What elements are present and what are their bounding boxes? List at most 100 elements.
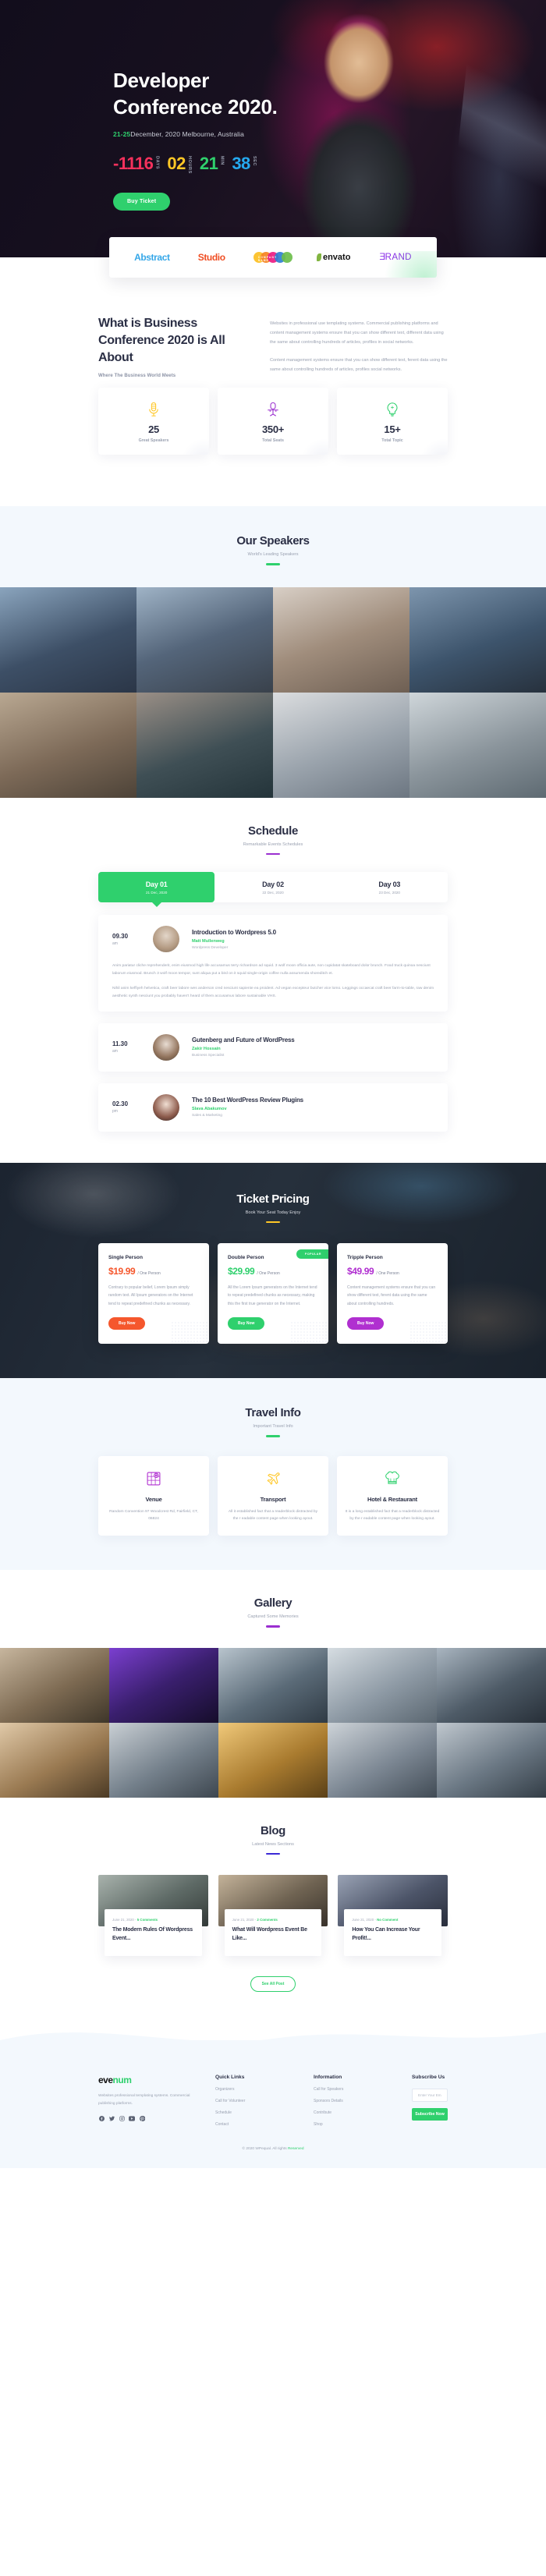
speaker-card[interactable] xyxy=(410,586,546,693)
blog-card-comments: 5 Comments xyxy=(136,1918,158,1922)
footer-link-sponsors-details[interactable]: Sponsors Details xyxy=(314,2099,398,2103)
stat-value-topics: 15+ xyxy=(384,423,401,436)
gallery-item[interactable] xyxy=(437,1722,546,1798)
schedule-item-role: Wordpress Developer xyxy=(192,945,229,950)
gallery-item[interactable] xyxy=(0,1647,109,1723)
speaker-card[interactable] xyxy=(136,692,273,798)
footer-link-contribute[interactable]: Contribute xyxy=(314,2110,398,2115)
schedule-item[interactable]: 11.30 am Gutenberg and Future of WordPre… xyxy=(98,1022,448,1072)
tab-day-02-name: Day 02 xyxy=(262,881,284,889)
pricing-title: Ticket Pricing xyxy=(236,1192,310,1206)
speaker-card[interactable] xyxy=(0,586,136,693)
blog-card-date: June 21, 2020 xyxy=(232,1918,254,1922)
gallery-item[interactable] xyxy=(218,1722,328,1798)
speaker-avatar xyxy=(153,1093,179,1121)
blog-card[interactable]: June 21, 2020 - 2 Comments What Will Wor… xyxy=(218,1875,328,1957)
travel-card-hotel: Hotel & Restaurant It is a long establis… xyxy=(337,1455,448,1536)
about-section: What is Business Conference 2020 is All … xyxy=(0,278,546,506)
speaker-card[interactable] xyxy=(273,586,410,693)
youtube-icon[interactable] xyxy=(129,2116,135,2122)
speakers-subtitle: World's Leading Speakers xyxy=(247,552,299,558)
speaker-card[interactable] xyxy=(0,692,136,798)
buy-ticket-button[interactable]: Buy Ticket xyxy=(113,192,171,211)
schedule-item-speaker: Slava Abakumov xyxy=(192,1107,227,1112)
stat-value-speakers: 25 xyxy=(148,423,159,436)
footer-link-contact[interactable]: Contact xyxy=(215,2122,300,2127)
brand-logo-company-name: COMPANY NAME xyxy=(253,252,292,263)
speaker-avatar xyxy=(153,926,179,953)
travel-card-desc: Random Convention 97 Woodcrest Rd, Fairf… xyxy=(109,1509,198,1522)
see-all-post-button[interactable]: See All Post xyxy=(250,1976,296,1993)
pricing-card-amount: $49.99 xyxy=(347,1266,374,1277)
pricing-buy-button[interactable]: Buy Now xyxy=(108,1316,146,1330)
speakers-title: Our Speakers xyxy=(236,534,310,548)
speakers-section: Our Speakers World's Leading Speakers xyxy=(0,506,546,798)
landing-page: Developer Conference 2020. 21-25December… xyxy=(0,0,546,2169)
blog-card[interactable]: June 21, 2020 - 5 Comments The Modern Ru… xyxy=(98,1875,208,1957)
footer-subscribe-title: Subscribe Us xyxy=(412,2075,445,2081)
footer-link-call-for-speakers[interactable]: Call for Speakers xyxy=(314,2087,398,2092)
speaker-card[interactable] xyxy=(273,692,410,798)
footer-link-organizers[interactable]: Organizers xyxy=(215,2087,300,2092)
footer-information-column: Information Call for Speakers Sponsors D… xyxy=(314,2075,398,2127)
tab-day-01-name: Day 01 xyxy=(145,881,168,889)
pricing-buy-button[interactable]: Buy Now xyxy=(228,1316,265,1330)
blog-card[interactable]: June 21, 2020 - No Comment How You Can I… xyxy=(338,1875,448,1957)
envato-leaf-icon xyxy=(316,253,321,261)
pricing-card-double: POPULAR Double Person $29.99 / One Perso… xyxy=(218,1243,328,1344)
instagram-icon[interactable] xyxy=(119,2116,125,2122)
brand-logos-strip: Abstract Studio COMPANY NAME envato EBRA… xyxy=(0,237,546,278)
microphone-icon xyxy=(105,401,203,418)
bulb-icon xyxy=(343,401,441,418)
tab-day-02[interactable]: Day 02 22 Dec, 2020 xyxy=(214,872,331,902)
footer-about-text: Websites professional templating systems… xyxy=(98,2094,190,2106)
stat-card-seats: 350+ Total Seats xyxy=(218,388,328,455)
stats-row: 25 Great Speakers 350+ Total Seats 15+ T… xyxy=(98,378,448,489)
schedule-item-hour: 02.30 xyxy=(112,1100,129,1108)
gallery-item[interactable] xyxy=(109,1722,218,1798)
travel-subtitle: Important Travel Info xyxy=(253,1423,293,1429)
blog-card-title: What Will Wordpress Event Be Like... xyxy=(232,1927,307,1942)
schedule-item-speaker: Matt Mullenweg xyxy=(192,938,225,944)
gallery-item[interactable] xyxy=(328,1647,437,1723)
map-icon xyxy=(106,1469,201,1489)
speaker-card[interactable] xyxy=(136,586,273,693)
twitter-icon[interactable] xyxy=(108,2116,115,2122)
pricing-card-single: Single Person $19.99 / One Person Contra… xyxy=(98,1243,209,1344)
schedule-item-time: 09.30 am xyxy=(112,933,153,946)
footer-link-shop[interactable]: Shop xyxy=(314,2122,398,2127)
gallery-item[interactable] xyxy=(0,1722,109,1798)
gallery-item[interactable] xyxy=(328,1722,437,1798)
email-input[interactable] xyxy=(412,2089,448,2103)
footer-link-call-for-volunteer[interactable]: Call for Volunteer xyxy=(215,2099,300,2103)
hero-title: Developer Conference 2020. xyxy=(113,67,347,121)
pricing-buy-button[interactable]: Buy Now xyxy=(347,1316,385,1330)
schedule-item-time: 11.30 am xyxy=(112,1040,153,1054)
pricing-card-amount: $19.99 xyxy=(108,1266,136,1277)
schedule-item-hour: 11.30 xyxy=(112,1040,128,1048)
pricing-subtitle: Book Your Seat Today Enjoy xyxy=(245,1210,301,1215)
travel-card-venue: Venue Random Convention 97 Woodcrest Rd,… xyxy=(98,1455,209,1536)
facebook-icon[interactable] xyxy=(98,2116,105,2122)
subscribe-button[interactable]: Subscribe Now xyxy=(412,2108,448,2121)
footer-copyright-reserved: Reserved xyxy=(287,2147,304,2152)
gallery-item[interactable] xyxy=(218,1647,328,1723)
schedule-item[interactable]: 02.30 pm The 10 Best WordPress Review Pl… xyxy=(98,1082,448,1132)
pricing-card-desc: Content management systems ensure that y… xyxy=(347,1285,436,1306)
pinterest-icon[interactable] xyxy=(139,2116,145,2122)
schedule-item-hour: 09.30 xyxy=(112,932,129,940)
speaker-card[interactable] xyxy=(410,692,546,798)
footer-link-schedule[interactable]: Schedule xyxy=(215,2110,300,2115)
blog-card-meta: June 21, 2020 - No Comment xyxy=(352,1918,399,1922)
stat-label-speakers: Great Speakers xyxy=(138,438,169,444)
tab-day-03[interactable]: Day 03 23 Dec, 2020 xyxy=(332,872,448,902)
gallery-item[interactable] xyxy=(109,1647,218,1723)
gallery-item[interactable] xyxy=(437,1647,546,1723)
speaker-avatar xyxy=(153,1033,179,1061)
countdown-minutes-value: 21 xyxy=(199,153,218,173)
countdown-hours-label: HOURS xyxy=(186,155,192,174)
tab-day-01[interactable]: Day 01 21 Dec, 2020 xyxy=(98,872,215,903)
schedule-section: Schedule Remarkable Events Schedules Day… xyxy=(0,797,546,1163)
countdown-days: -1116 DAYS xyxy=(113,154,159,172)
schedule-item[interactable]: 09.30 am Introduction to Wordpress 5.0 M… xyxy=(98,915,448,1012)
